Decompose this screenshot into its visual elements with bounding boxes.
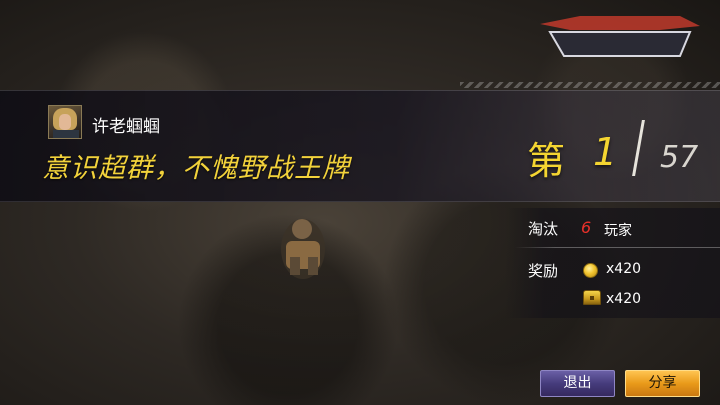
- kills-label: 淘汰: [528, 220, 559, 238]
- reward-chest-value: x420: [606, 291, 642, 307]
- player-avatar: [48, 105, 82, 139]
- result-title: 意识超群，不愧野战王牌: [42, 153, 350, 184]
- rank-prefix: 第: [527, 139, 566, 183]
- game-logo: [540, 16, 700, 57]
- kills-unit: 玩家: [604, 223, 632, 239]
- reward-label: 奖励: [528, 262, 559, 280]
- exit-button[interactable]: 退出: [540, 370, 615, 397]
- decorative-stripe: [460, 82, 720, 88]
- rank-number: 1: [593, 130, 618, 174]
- gold-coin-icon: [583, 263, 598, 278]
- player-name: 许老蝈蝈: [92, 117, 160, 137]
- reward-coins-value: x420: [606, 261, 642, 277]
- treasure-chest-icon: [583, 290, 601, 305]
- player-character-topdown: [281, 219, 325, 279]
- rank-total: 57: [660, 140, 699, 175]
- kills-value: 6: [581, 218, 592, 237]
- stats-divider: [515, 247, 720, 248]
- share-button[interactable]: 分享: [625, 370, 700, 397]
